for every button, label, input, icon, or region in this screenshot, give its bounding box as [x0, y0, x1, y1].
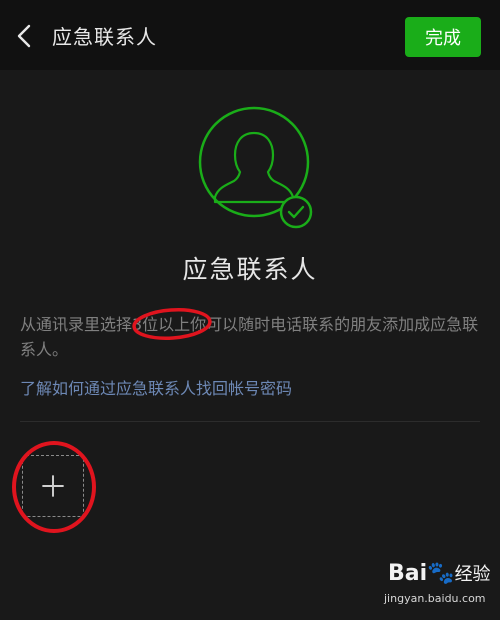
- paw-icon: 🐾: [427, 561, 455, 586]
- divider: [20, 421, 480, 422]
- plus-icon: [42, 475, 64, 497]
- page-title: 应急联系人: [52, 25, 157, 49]
- contact-avatar-icon: [198, 106, 313, 229]
- back-chevron-icon[interactable]: [8, 20, 40, 52]
- done-button[interactable]: 完成: [405, 17, 481, 57]
- check-badge-icon: [279, 195, 313, 229]
- top-bar: 应急联系人 完成: [0, 0, 500, 70]
- watermark: Bai🐾经验 jingyan.baidu.com: [382, 560, 494, 610]
- watermark-brand: Bai: [388, 561, 428, 586]
- watermark-url: jingyan.baidu.com: [384, 592, 486, 605]
- add-contact-button[interactable]: [22, 455, 84, 517]
- recover-account-link[interactable]: 了解如何通过应急联系人找回帐号密码: [20, 375, 292, 399]
- watermark-brand-suffix: 经验: [454, 564, 491, 585]
- section-heading: 应急联系人: [182, 255, 318, 284]
- description-text: 从通讯录里选择3位以上你可以随时电话联系的朋友添加成应急联系人。: [20, 315, 479, 359]
